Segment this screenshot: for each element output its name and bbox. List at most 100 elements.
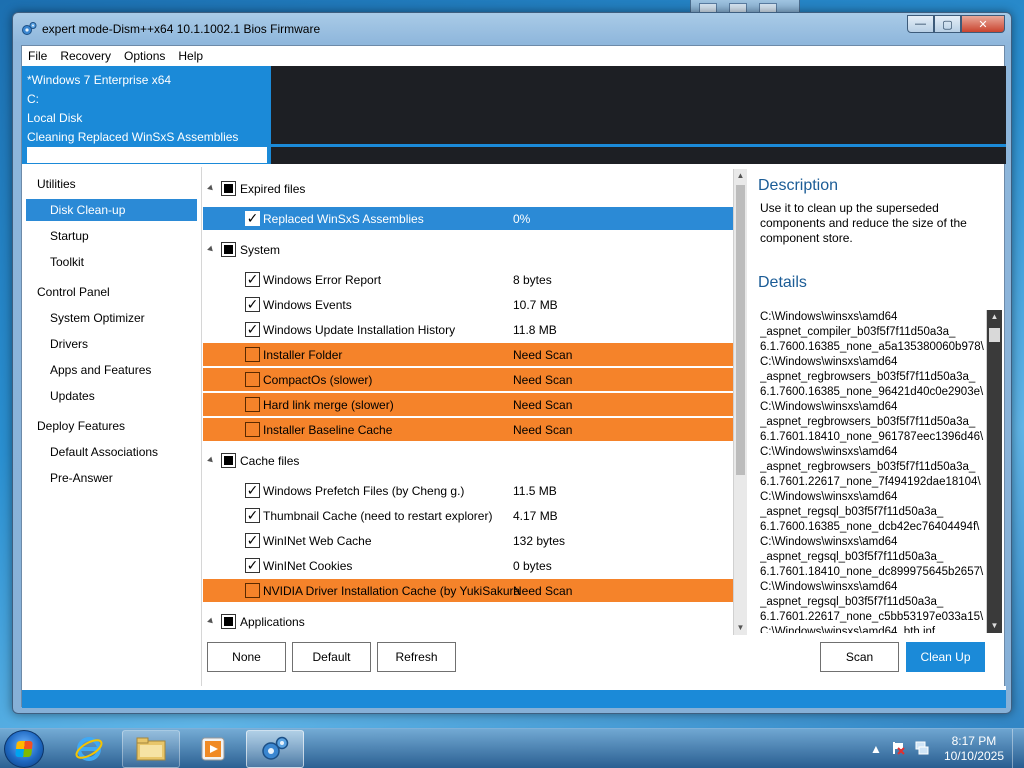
taskbar-media-player[interactable] [184,730,242,768]
item-checkbox[interactable]: ✓ [245,322,260,337]
list-item[interactable]: ✓ WinINet Web Cache 132 bytes [203,529,733,552]
item-label: Windows Events [263,297,352,312]
scroll-down-icon[interactable]: ▼ [734,621,747,635]
group-checkbox[interactable] [221,242,236,257]
menu-recovery[interactable]: Recovery [60,49,111,63]
maximize-button[interactable]: ▢ [934,15,961,33]
group-cache-files[interactable]: Cache files [203,449,733,472]
group-system[interactable]: System [203,238,733,261]
item-checkbox[interactable] [245,347,260,362]
session-tile[interactable]: *Windows 7 Enterprise x64 C: Local Disk … [22,66,271,164]
cleanup-list: Expired files ✓ Replaced WinSxS Assembli… [203,167,733,637]
list-item[interactable]: Installer Folder Need Scan [203,343,733,366]
menu-file[interactable]: File [28,49,47,63]
item-checkbox[interactable] [245,397,260,412]
description-text: Use it to clean up the superseded compon… [760,201,967,245]
sidebar-item-toolkit[interactable]: Toolkit [22,249,201,275]
scroll-up-icon[interactable]: ▲ [734,169,747,183]
sidebar-item-default-associations[interactable]: Default Associations [22,439,201,465]
list-item[interactable]: ✓ Windows Prefetch Files (by Cheng g.) 1… [203,479,733,502]
menu-options[interactable]: Options [124,49,165,63]
sidebar-category-control-panel[interactable]: Control Panel [22,275,201,305]
list-item[interactable]: Installer Baseline Cache Need Scan [203,418,733,441]
item-size: 8 bytes [513,272,552,287]
details-line: C:\Windows\winsxs\amd64 [760,356,898,368]
details-line: _aspnet_compiler_b03f5f7f11d50a3a_ [760,326,956,338]
show-desktop-button[interactable] [1012,729,1024,768]
list-item[interactable]: ✓ Replaced WinSxS Assemblies 0% [203,207,733,230]
scrollbar-thumb[interactable] [989,328,1000,342]
refresh-button[interactable]: Refresh [377,642,456,672]
item-checkbox[interactable] [245,583,260,598]
group-label: Applications [240,614,305,629]
internet-explorer-icon [75,737,103,761]
collapse-arrow-icon[interactable] [207,245,215,254]
scroll-down-icon[interactable]: ▼ [987,619,1002,633]
item-checkbox[interactable]: ✓ [245,533,260,548]
group-checkbox[interactable] [221,614,236,629]
item-checkbox[interactable]: ✓ [245,558,260,573]
network-icon[interactable] [914,740,930,756]
taskbar-dism-app[interactable] [246,730,304,768]
collapse-arrow-icon[interactable] [207,456,215,465]
list-item[interactable]: CompactOs (slower) Need Scan [203,368,733,391]
gears-app-icon [22,22,37,35]
sidebar-item-drivers[interactable]: Drivers [22,331,201,357]
collapse-arrow-icon[interactable] [207,617,215,626]
item-checkbox[interactable] [245,422,260,437]
minimize-button[interactable]: — [907,15,934,33]
details-scrollbar[interactable]: ▲ ▼ [986,310,1002,633]
item-checkbox[interactable]: ✓ [245,211,260,226]
item-checkbox[interactable]: ✓ [245,483,260,498]
description-title: Description [758,177,839,194]
action-center-flag-icon[interactable] [890,740,906,756]
sidebar-item-system-optimizer[interactable]: System Optimizer [22,305,201,331]
close-button[interactable]: ✕ [961,15,1005,33]
sidebar-item-apps-features[interactable]: Apps and Features [22,357,201,383]
group-expired-files[interactable]: Expired files [203,177,733,200]
list-item[interactable]: ✓ Windows Events 10.7 MB [203,293,733,316]
collapse-arrow-icon[interactable] [207,184,215,193]
item-size: 0 bytes [513,558,552,573]
sidebar-item-disk-cleanup[interactable]: Disk Clean-up [26,199,197,221]
scrollbar-thumb[interactable] [736,185,745,475]
list-item[interactable]: ✓ Windows Error Report 8 bytes [203,268,733,291]
list-item[interactable]: Hard link merge (slower) Need Scan [203,393,733,416]
main-window: expert mode-Dism++x64 10.1.1002.1 Bios F… [12,12,1012,714]
group-applications[interactable]: Applications [203,610,733,633]
none-button[interactable]: None [207,642,286,672]
item-checkbox[interactable] [245,372,260,387]
taskbar-file-explorer[interactable] [122,730,180,768]
details-line: _aspnet_regsql_b03f5f7f11d50a3a_ [760,506,944,518]
scroll-up-icon[interactable]: ▲ [987,310,1002,324]
item-checkbox[interactable]: ✓ [245,297,260,312]
group-checkbox[interactable] [221,181,236,196]
show-hidden-icons-chevron[interactable]: ▲ [870,742,882,756]
list-item[interactable]: NVIDIA Driver Installation Cache (by Yuk… [203,579,733,602]
list-item[interactable]: ✓ WinINet Cookies 0 bytes [203,554,733,577]
scan-button[interactable]: Scan [820,642,899,672]
group-checkbox[interactable] [221,453,236,468]
sidebar-item-startup[interactable]: Startup [22,223,201,249]
list-item[interactable]: ✓ Thumbnail Cache (need to restart explo… [203,504,733,527]
sidebar-item-updates[interactable]: Updates [22,383,201,409]
item-size: Need Scan [513,397,573,412]
item-checkbox[interactable]: ✓ [245,508,260,523]
item-checkbox[interactable]: ✓ [245,272,260,287]
sidebar-category-utilities[interactable]: Utilities [22,167,201,197]
system-clock[interactable]: 8:17 PM 10/10/2025 [944,734,1004,764]
details-line: 6.1.7600.16385_none_dcb42ec76404494f\ [760,521,980,533]
clean-up-button[interactable]: Clean Up [906,642,985,672]
details-line: 6.1.7601.22617_none_7f494192dae18104\ [760,476,981,488]
menu-help[interactable]: Help [178,49,203,63]
list-item[interactable]: ✓ Windows Update Installation History 11… [203,318,733,341]
sidebar-category-deploy-features[interactable]: Deploy Features [22,409,201,439]
sidebar-item-pre-answer[interactable]: Pre-Answer [22,465,201,491]
start-button[interactable] [4,730,44,768]
title-bar[interactable]: expert mode-Dism++x64 10.1.1002.1 Bios F… [13,13,1011,45]
list-scrollbar[interactable]: ▲ ▼ [733,169,747,635]
details-line: _aspnet_regbrowsers_b03f5f7f11d50a3a_ [760,371,976,383]
default-button[interactable]: Default [292,642,371,672]
taskbar-internet-explorer[interactable] [60,730,118,768]
item-size: 11.8 MB [513,322,557,337]
